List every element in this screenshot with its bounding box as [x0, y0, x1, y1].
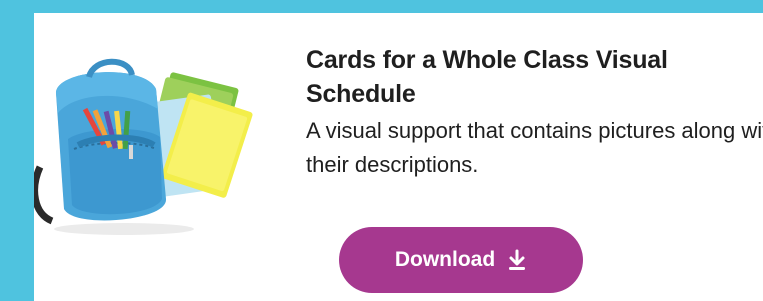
download-arrow-icon [507, 249, 527, 271]
backpack-image [34, 49, 264, 239]
card-title: Cards for a Whole Class Visual Schedule [306, 46, 668, 108]
download-label: Download [394, 248, 496, 271]
card-description: A visual support that contains pictures … [306, 118, 763, 177]
download-button[interactable]: Download [339, 227, 583, 293]
resource-card: Cards for a Whole Class Visual Schedule … [34, 13, 763, 301]
